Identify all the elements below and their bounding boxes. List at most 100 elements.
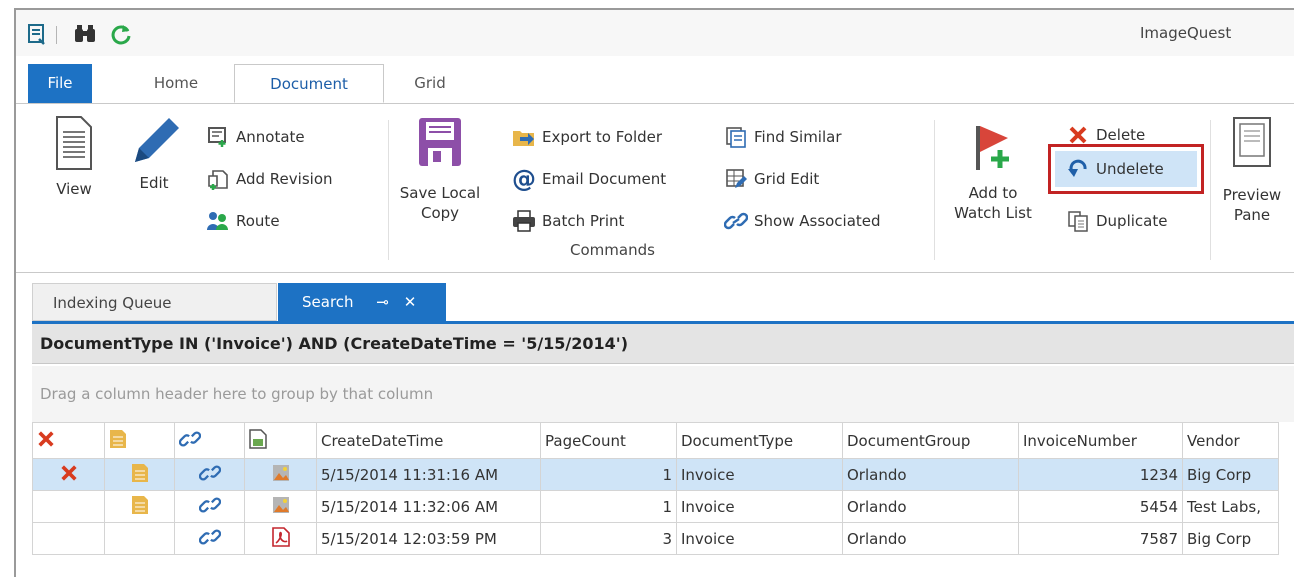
edit-button[interactable]: Edit bbox=[122, 114, 186, 199]
title-bar: ImageQuest bbox=[16, 10, 1294, 56]
batch-print-button[interactable]: Batch Print bbox=[512, 208, 624, 234]
binoculars-icon[interactable] bbox=[72, 22, 98, 46]
table-row[interactable]: 5/15/2014 12:03:59 PM 3 Invoice Orlando … bbox=[32, 522, 1279, 555]
preview-label-1: Preview bbox=[1222, 186, 1282, 204]
associated-cell[interactable] bbox=[174, 522, 245, 555]
table-row[interactable]: 5/15/2014 11:32:06 AM 1 Invoice Orlando … bbox=[32, 490, 1279, 523]
duplicate-button[interactable]: Duplicate bbox=[1066, 208, 1167, 234]
grid-edit-label: Grid Edit bbox=[754, 170, 820, 188]
add-watch-label-2: Watch List bbox=[954, 204, 1032, 222]
chain-link-icon bbox=[198, 496, 221, 519]
column-header-pagecount[interactable]: PageCount bbox=[540, 422, 677, 459]
pin-icon[interactable]: ⊸ bbox=[376, 293, 389, 311]
email-document-label: Email Document bbox=[542, 170, 667, 188]
red-x-icon bbox=[1066, 124, 1090, 146]
close-icon[interactable]: ✕ bbox=[404, 293, 417, 311]
associated-cell[interactable] bbox=[174, 490, 245, 523]
file-type-cell bbox=[244, 458, 317, 491]
image-file-icon bbox=[272, 496, 290, 518]
pencil-icon bbox=[122, 114, 186, 173]
tab-indexing-queue[interactable]: Indexing Queue bbox=[32, 283, 277, 321]
group-by-area[interactable]: Drag a column header here to group by th… bbox=[32, 366, 1294, 422]
floppy-disk-icon bbox=[392, 116, 488, 173]
app-logo-icon[interactable] bbox=[26, 22, 48, 46]
preview-pane-button[interactable]: Preview Pane bbox=[1212, 116, 1292, 224]
table-row[interactable]: 5/15/2014 11:31:16 AM 1 Invoice Orlando … bbox=[32, 458, 1279, 491]
route-button[interactable]: Route bbox=[206, 208, 280, 234]
red-x-icon bbox=[37, 430, 55, 452]
email-document-button[interactable]: @ Email Document bbox=[512, 165, 667, 193]
cell-createdatetime: 5/15/2014 11:32:06 AM bbox=[316, 490, 541, 523]
preview-pane-icon bbox=[1212, 116, 1292, 173]
duplicate-icon bbox=[1066, 210, 1090, 232]
grid-edit-button[interactable]: Grid Edit bbox=[724, 166, 819, 192]
deleted-cell bbox=[32, 522, 105, 555]
image-file-icon bbox=[272, 464, 290, 486]
deleted-cell bbox=[32, 490, 105, 523]
red-x-icon bbox=[60, 464, 78, 486]
save-local-copy-button[interactable]: Save Local Copy bbox=[392, 116, 488, 222]
file-type-cell bbox=[244, 522, 317, 555]
deleted-column-header[interactable] bbox=[32, 422, 105, 459]
add-to-watch-list-button[interactable]: Add to Watch List bbox=[940, 122, 1046, 223]
file-image-icon bbox=[249, 428, 267, 453]
show-associated-label: Show Associated bbox=[754, 212, 881, 230]
column-header-vendor[interactable]: Vendor bbox=[1182, 422, 1279, 459]
duplicate-label: Duplicate bbox=[1096, 212, 1168, 230]
notes-icon bbox=[131, 495, 149, 519]
refresh-icon[interactable] bbox=[108, 22, 134, 46]
add-revision-label: Add Revision bbox=[236, 170, 333, 188]
commands-group-label: Commands bbox=[570, 241, 655, 259]
ribbon-separator bbox=[934, 120, 935, 260]
undelete-button[interactable]: Undelete bbox=[1066, 156, 1164, 182]
tab-home[interactable]: Home bbox=[136, 64, 216, 103]
find-similar-icon bbox=[724, 126, 748, 148]
batch-print-label: Batch Print bbox=[542, 212, 625, 230]
cell-documenttype: Invoice bbox=[676, 458, 843, 491]
tab-grid[interactable]: Grid bbox=[400, 64, 460, 103]
save-local-label-1: Save Local bbox=[399, 184, 481, 202]
column-header-documentgroup[interactable]: DocumentGroup bbox=[842, 422, 1019, 459]
notes-cell bbox=[104, 458, 175, 491]
tab-document[interactable]: Document bbox=[234, 64, 384, 103]
cell-documentgroup: Orlando bbox=[842, 490, 1019, 523]
column-header-createdatetime[interactable]: CreateDateTime bbox=[316, 422, 541, 459]
tab-file[interactable]: File bbox=[28, 64, 92, 103]
chain-link-icon bbox=[724, 210, 748, 232]
save-local-label-2: Copy bbox=[420, 204, 460, 222]
pdf-file-icon bbox=[271, 526, 290, 551]
annotate-button[interactable]: Annotate bbox=[206, 124, 305, 150]
column-header-documenttype[interactable]: DocumentType bbox=[676, 422, 843, 459]
notes-icon bbox=[131, 463, 149, 487]
notes-column-header[interactable] bbox=[104, 422, 175, 459]
export-to-folder-button[interactable]: Export to Folder bbox=[512, 124, 662, 150]
associated-column-header[interactable] bbox=[174, 422, 245, 459]
notes-cell bbox=[104, 522, 175, 555]
associated-cell[interactable] bbox=[174, 458, 245, 491]
annotate-label: Annotate bbox=[236, 128, 305, 146]
cell-vendor: Big Corp bbox=[1182, 458, 1279, 491]
cell-invoicenumber: 1234 bbox=[1018, 458, 1183, 491]
results-grid: CreateDateTime PageCount DocumentType Do… bbox=[32, 422, 1279, 555]
find-similar-button[interactable]: Find Similar bbox=[724, 124, 842, 150]
cell-createdatetime: 5/15/2014 11:31:16 AM bbox=[316, 458, 541, 491]
undo-arrow-icon bbox=[1066, 158, 1090, 180]
deleted-cell bbox=[32, 458, 105, 491]
tab-search[interactable]: Search ⊸ ✕ bbox=[278, 283, 446, 321]
document-tabs: Indexing Queue Search ⊸ ✕ bbox=[32, 283, 1294, 324]
show-associated-button[interactable]: Show Associated bbox=[724, 208, 881, 234]
cell-documentgroup: Orlando bbox=[842, 522, 1019, 555]
cell-documenttype: Invoice bbox=[676, 522, 843, 555]
file-type-column-header[interactable] bbox=[244, 422, 317, 459]
export-to-folder-label: Export to Folder bbox=[542, 128, 663, 146]
chain-link-icon bbox=[178, 430, 202, 453]
preview-label-2: Pane bbox=[1233, 206, 1271, 224]
column-header-invoicenumber[interactable]: InvoiceNumber bbox=[1018, 422, 1183, 459]
annotate-icon bbox=[206, 126, 230, 148]
document-icon bbox=[44, 114, 104, 177]
qat-separator bbox=[56, 26, 57, 44]
cell-vendor: Test Labs, bbox=[1182, 490, 1279, 523]
add-revision-button[interactable]: Add Revision bbox=[206, 166, 333, 192]
ribbon-separator bbox=[1210, 120, 1211, 260]
view-button[interactable]: View bbox=[44, 114, 104, 203]
